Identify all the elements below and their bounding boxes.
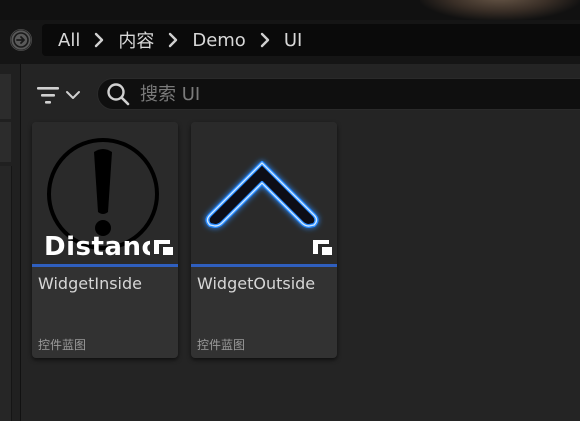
breadcrumb: All 内容 Demo UI [42,24,580,56]
chevron-right-icon[interactable] [250,32,280,48]
breadcrumb-item-demo[interactable]: Demo [188,30,249,51]
widget-blueprint-icon [309,236,335,258]
asset-type-label: 控件蓝图 [197,338,246,352]
asset-type-label: 控件蓝图 [38,338,87,352]
chevron-right-icon[interactable] [158,32,188,48]
asset-type-color-bar [191,264,337,267]
filter-icon [37,87,59,104]
sources-panel-tab[interactable] [0,122,11,162]
chevron-down-icon [66,91,80,99]
widget-blueprint-icon [150,236,176,258]
asset-view: Distance WidgetInside 控件蓝图 [21,64,580,421]
sources-panel-collapsed [0,64,21,421]
arrow-right-circle-icon [10,29,32,51]
asset-name: WidgetOutside [197,274,316,293]
breadcrumb-item-all[interactable]: All [54,30,84,51]
window-top-strip [0,0,580,20]
breadcrumb-item-ui[interactable]: UI [280,30,306,51]
sources-panel-tab[interactable] [0,74,11,119]
chevron-right-icon[interactable] [84,32,114,48]
asset-name: WidgetInside [38,274,142,293]
asset-tile[interactable]: Distance WidgetInside 控件蓝图 [32,122,178,358]
background-glow [420,0,580,20]
asset-type-color-bar [32,264,178,267]
search-icon [106,82,130,106]
search-input[interactable] [138,82,542,106]
asset-tile[interactable]: WidgetOutside 控件蓝图 [191,122,337,358]
search-box[interactable] [97,78,580,110]
history-nav-button[interactable] [10,29,32,51]
sources-panel-rail[interactable] [0,166,12,421]
filter-button[interactable] [35,80,85,110]
breadcrumb-item-content[interactable]: 内容 [114,27,158,53]
path-bar: All 内容 Demo UI [0,20,580,65]
